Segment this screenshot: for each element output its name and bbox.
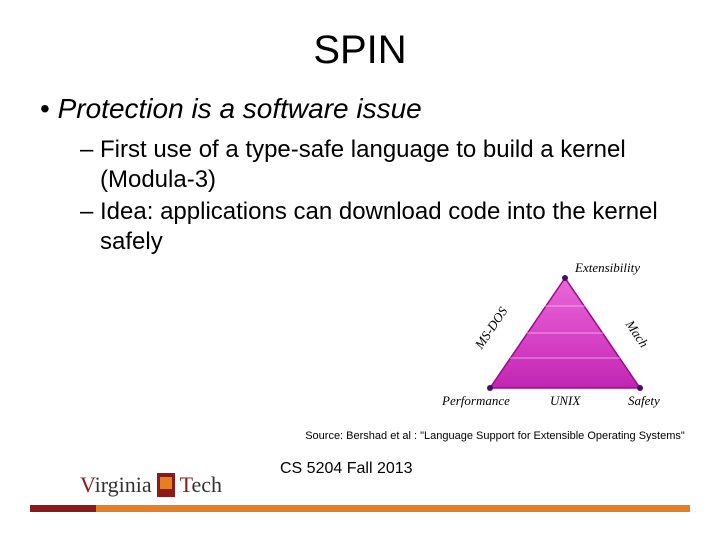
footer-course: CS 5204 Fall 2013 <box>280 460 413 478</box>
logo-text-tech: Tech <box>180 472 222 498</box>
main-bullet: Protection is a software issue <box>40 93 690 125</box>
sub-bullet-1: First use of a type-safe language to bui… <box>40 135 690 195</box>
triangle-label-bottom-center: UNIX <box>550 393 580 409</box>
triangle-label-bottom-right: Safety <box>628 393 660 409</box>
slide-title: SPIN <box>0 0 720 93</box>
triangle-label-bottom-left: Performance <box>442 393 510 409</box>
triangle-diagram: Extensibility MS-DOS Mach Performance UN… <box>470 258 660 418</box>
virginia-tech-logo: Virginia Tech <box>80 472 222 498</box>
triangle-label-top: Extensibility <box>575 260 640 276</box>
sub-bullet-2: Idea: applications can download code int… <box>40 197 690 257</box>
source-citation: Source: Bershad et al : "Language Suppor… <box>290 430 700 443</box>
footer-accent-bar <box>30 505 690 512</box>
logo-shield-icon <box>157 473 175 497</box>
logo-text-virginia: Virginia <box>80 472 152 498</box>
content-area: Protection is a software issue First use… <box>0 93 720 257</box>
